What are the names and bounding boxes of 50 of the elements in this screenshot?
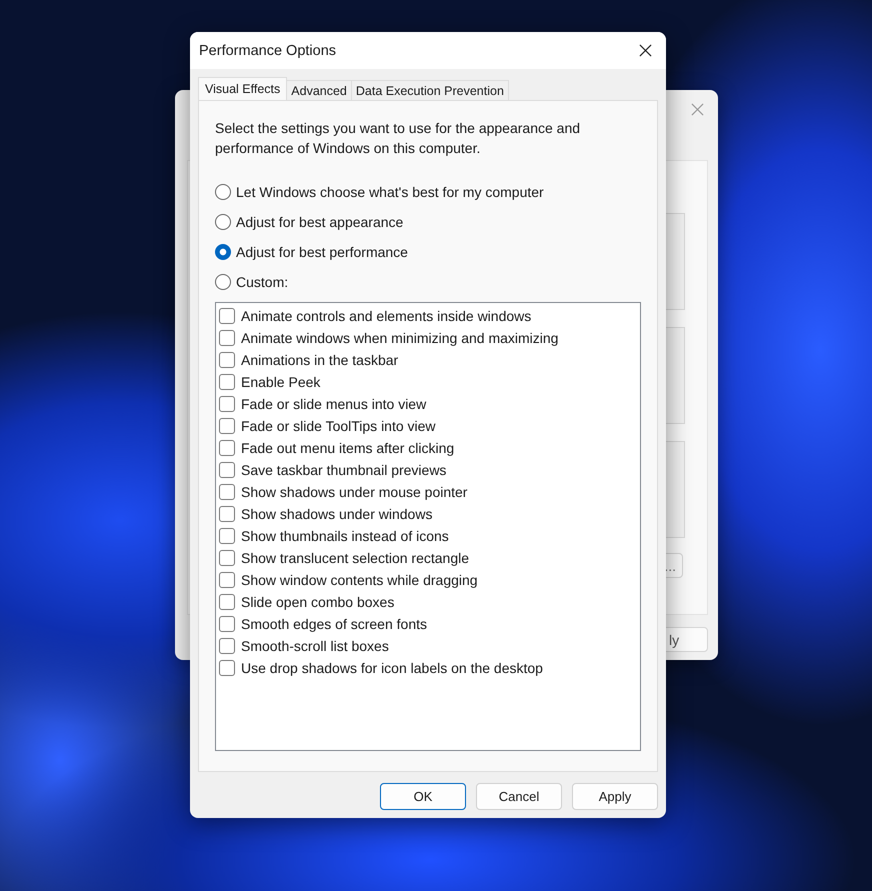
checkbox[interactable] [219, 374, 235, 390]
checkbox-label[interactable]: Fade out menu items after clicking [241, 440, 454, 456]
checkbox[interactable] [219, 462, 235, 478]
checkbox[interactable] [219, 418, 235, 434]
checkbox-label[interactable]: Save taskbar thumbnail previews [241, 462, 446, 478]
radio-label[interactable]: Let Windows choose what's best for my computer [236, 184, 544, 200]
checkbox-label[interactable]: Slide open combo boxes [241, 594, 394, 610]
checkbox[interactable] [219, 638, 235, 654]
checkbox[interactable] [219, 330, 235, 346]
checkbox[interactable] [219, 308, 235, 324]
checkbox[interactable] [219, 484, 235, 500]
checkbox[interactable] [219, 506, 235, 522]
radio-label[interactable]: Adjust for best performance [236, 244, 408, 260]
checkbox-label[interactable]: Use drop shadows for icon labels on the desktop [241, 660, 543, 676]
checkbox[interactable] [219, 572, 235, 588]
checkbox-label[interactable]: Show shadows under mouse pointer [241, 484, 468, 500]
radio-button[interactable] [215, 214, 231, 230]
checkbox[interactable] [219, 660, 235, 676]
radio-button[interactable] [215, 274, 231, 290]
checkbox-label[interactable]: Show thumbnails instead of icons [241, 528, 449, 544]
radio-label[interactable]: Custom: [236, 274, 288, 290]
radio-button[interactable] [215, 184, 231, 200]
checkbox-label[interactable]: Show translucent selection rectangle [241, 550, 470, 566]
checkbox-label[interactable]: Smooth edges of screen fonts [241, 616, 427, 632]
tab[interactable]: Visual Effects [198, 77, 288, 100]
description-text: Select the settings you want to use for the appearance and performance of Windows on this computer. [215, 119, 582, 158]
radio-label[interactable]: Adjust for best appearance [236, 214, 404, 230]
window-title: Performance Options [199, 42, 336, 58]
checkbox-label[interactable]: Show window contents while dragging [241, 572, 478, 588]
tab[interactable]: Data Execution Prevention [350, 80, 509, 100]
checkbox-label[interactable]: Animate controls and elements inside windows [241, 308, 532, 324]
checkbox[interactable] [219, 440, 235, 456]
dialog-button[interactable]: OK [380, 783, 466, 810]
dialog-button[interactable]: Apply [572, 783, 658, 810]
checkbox[interactable] [219, 528, 235, 544]
checkbox-label[interactable]: Animate windows when minimizing and maximizing [241, 330, 558, 346]
checkbox-label[interactable]: Smooth-scroll list boxes [241, 638, 389, 654]
checkbox-label[interactable]: Show shadows under windows [241, 506, 432, 522]
checkbox[interactable] [219, 594, 235, 610]
checkbox[interactable] [219, 550, 235, 566]
checkbox-label[interactable]: Fade or slide menus into view [241, 396, 426, 412]
dialog-button[interactable]: Cancel [476, 783, 562, 810]
radio-button[interactable] [215, 244, 231, 260]
checkbox-label[interactable]: Animations in the taskbar [241, 352, 398, 368]
checkbox[interactable] [219, 396, 235, 412]
close-icon[interactable] [639, 44, 652, 57]
checkbox[interactable] [219, 616, 235, 632]
checkbox[interactable] [219, 352, 235, 368]
checkbox-label[interactable]: Enable Peek [241, 374, 320, 390]
checkbox-label[interactable]: Fade or slide ToolTips into view [241, 418, 436, 434]
